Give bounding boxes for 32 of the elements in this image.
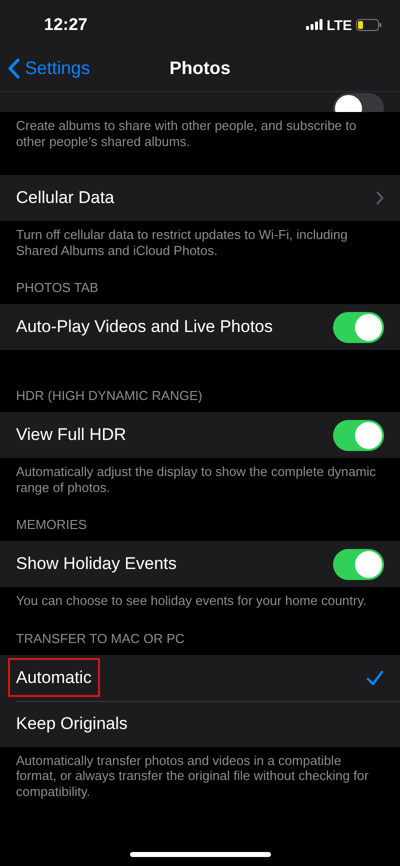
section-footer: You can choose to see holiday events for your home country. (0, 587, 400, 612)
settings-row[interactable]: View Full HDR (0, 412, 400, 458)
section-header: MEMORIES (15, 516, 88, 534)
toggle-switch[interactable] (333, 548, 384, 580)
settings-row[interactable]: Automatic (0, 654, 400, 700)
status-time: 12:27 (44, 14, 88, 34)
row-label: Automatic (10, 660, 98, 694)
row-label: Cellular Data (15, 187, 116, 209)
row-label: Keep Originals (15, 712, 129, 734)
settings-row[interactable]: Cellular Data (0, 175, 400, 221)
section-header: PHOTOS TAB (15, 279, 100, 297)
section-header: TRANSFER TO MAC OR PC (15, 630, 186, 648)
chevron-icon (376, 191, 384, 205)
network-type: LTE (326, 16, 352, 32)
row-label: Auto-Play Videos and Live Photos (15, 316, 274, 338)
back-button[interactable]: Settings (8, 58, 90, 78)
section-footer: Automatically adjust the display to show the complete dynamic range of photos. (0, 458, 400, 499)
row-label: Show Holiday Events (15, 553, 178, 575)
battery-icon (356, 18, 382, 30)
settings-row[interactable]: Auto-Play Videos and Live Photos (0, 304, 400, 350)
toggle-switch[interactable] (333, 420, 384, 450)
page-title: Photos (170, 58, 230, 78)
section-footer: Create albums to share with other people, and subscribe to other people’s shared albums. (0, 112, 400, 153)
signal-icon (306, 19, 323, 30)
row-label: View Full HDR (15, 424, 128, 446)
toggle-switch[interactable] (333, 312, 384, 342)
settings-row[interactable]: Show Holiday Events (0, 541, 400, 587)
settings-row[interactable]: Keep Originals (0, 700, 400, 746)
section-header: HDR (HIGH DYNAMIC RANGE) (15, 387, 204, 405)
back-chevron-icon (8, 58, 20, 78)
section-footer: Automatically transfer photos and videos in a compatible format, or always transfer the original file without checking for compatibility. (0, 746, 400, 803)
section-footer: Turn off cellular data to restrict updates to Wi-Fi, including Shared Albums and iCloud Photos. (0, 221, 400, 262)
